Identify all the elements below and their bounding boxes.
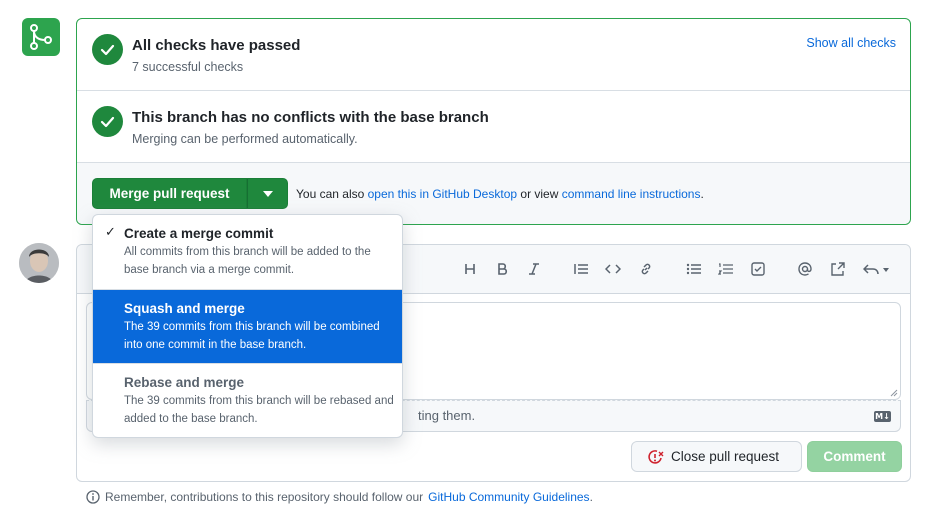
git-merge-icon bbox=[22, 18, 60, 56]
markdown-icon: M↓ bbox=[874, 411, 891, 422]
merge-method-menu: ✓ Create a merge commit All commits from… bbox=[92, 214, 403, 438]
code-icon[interactable] bbox=[604, 260, 622, 278]
comment-button[interactable]: Comment bbox=[807, 441, 902, 472]
conflicts-subtitle: Merging can be performed automatically. bbox=[132, 132, 358, 146]
open-github-desktop-link[interactable]: open this in GitHub Desktop bbox=[368, 187, 517, 201]
merge-option-description: The 39 commits from this branch will be … bbox=[124, 395, 394, 425]
reply-icon[interactable] bbox=[863, 260, 891, 278]
resize-handle-icon[interactable] bbox=[890, 389, 898, 397]
ordered-list-icon[interactable] bbox=[717, 260, 735, 278]
checkmark-icon: ✓ bbox=[105, 224, 116, 239]
bold-icon[interactable] bbox=[493, 260, 511, 278]
footer-period: . bbox=[589, 490, 593, 504]
contribution-reminder: Remember, contributions to this reposito… bbox=[86, 490, 593, 504]
cross-reference-icon[interactable] bbox=[829, 260, 847, 278]
command-line-instructions-link[interactable]: command line instructions bbox=[562, 187, 701, 201]
period-text: . bbox=[700, 187, 704, 201]
italic-icon[interactable] bbox=[525, 260, 543, 278]
merge-option-create-merge-commit[interactable]: ✓ Create a merge commit All commits from… bbox=[93, 215, 402, 290]
quote-icon[interactable] bbox=[572, 260, 590, 278]
conflicts-title: This branch has no conflicts with the ba… bbox=[132, 109, 489, 126]
link-icon[interactable] bbox=[637, 260, 655, 278]
task-list-icon[interactable] bbox=[749, 260, 767, 278]
close-pull-request-label: Close pull request bbox=[671, 449, 780, 464]
merge-option-title: Create a merge commit bbox=[124, 226, 274, 241]
show-all-checks-link[interactable]: Show all checks bbox=[806, 36, 896, 50]
info-icon bbox=[86, 490, 100, 504]
merge-option-description: All commits from this branch will be add… bbox=[124, 246, 371, 276]
heading-icon[interactable] bbox=[461, 260, 479, 278]
merge-option-description: The 39 commits from this branch will be … bbox=[124, 321, 380, 351]
check-circle-icon bbox=[92, 34, 123, 65]
unordered-list-icon[interactable] bbox=[685, 260, 703, 278]
checks-row: All checks have passed 7 successful chec… bbox=[77, 19, 910, 91]
close-pr-icon bbox=[648, 449, 664, 464]
merge-option-title: Squash and merge bbox=[124, 301, 245, 316]
checks-title: All checks have passed bbox=[132, 37, 301, 54]
reminder-text: Remember, contributions to this reposito… bbox=[105, 490, 424, 504]
attach-hint-text: ting them. bbox=[418, 408, 476, 423]
merge-option-rebase-and-merge[interactable]: Rebase and merge The 39 commits from thi… bbox=[93, 363, 402, 437]
conflicts-row: This branch has no conflicts with the ba… bbox=[77, 91, 910, 163]
merge-alternatives-text: You can also open this in GitHub Desktop… bbox=[296, 187, 704, 201]
caret-down-icon bbox=[262, 190, 273, 197]
mention-icon[interactable] bbox=[796, 260, 814, 278]
also-prefix-text: You can also bbox=[296, 187, 365, 201]
or-view-text: or view bbox=[520, 187, 559, 201]
check-circle-icon bbox=[92, 106, 123, 137]
merge-pull-request-button[interactable]: Merge pull request bbox=[92, 178, 247, 209]
community-guidelines-link[interactable]: GitHub Community Guidelines bbox=[428, 490, 589, 504]
merge-status-box: All checks have passed 7 successful chec… bbox=[76, 18, 911, 225]
merge-option-squash-and-merge[interactable]: Squash and merge The 39 commits from thi… bbox=[93, 290, 402, 363]
merge-option-title: Rebase and merge bbox=[124, 375, 245, 390]
checks-subtitle: 7 successful checks bbox=[132, 60, 244, 74]
close-pull-request-button[interactable]: Close pull request bbox=[631, 441, 802, 472]
merge-method-dropdown-button[interactable] bbox=[247, 178, 288, 209]
avatar[interactable] bbox=[19, 243, 59, 283]
